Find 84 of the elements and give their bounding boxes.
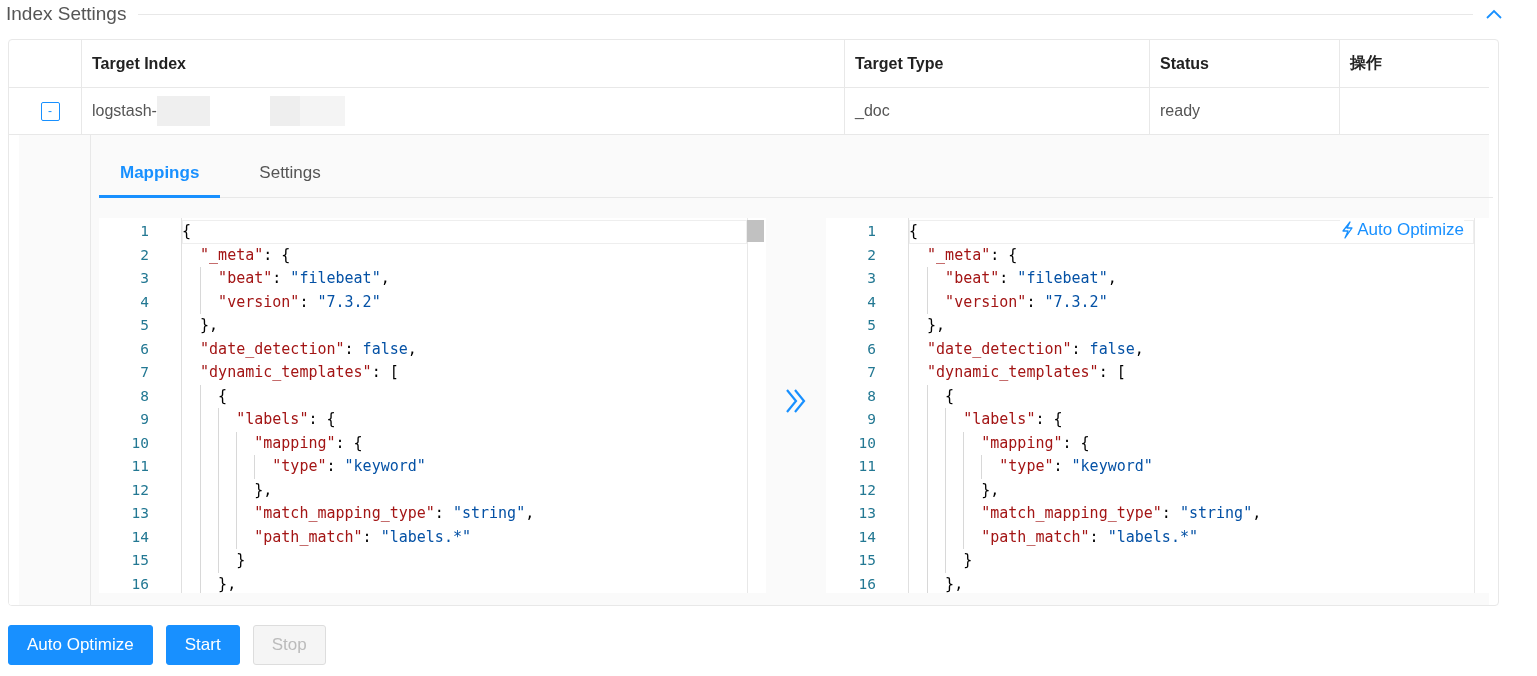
code-line: "path_match": "labels.*" [981, 526, 1198, 548]
code-editor[interactable] [99, 218, 766, 593]
code-line: }, [200, 315, 219, 336]
auto-optimize-link[interactable]: Auto Optimize [1340, 219, 1464, 241]
column-header: Target Index [81, 40, 844, 87]
table-cell: logstash- [92, 102, 157, 120]
line-number: 15 [857, 551, 877, 570]
double-chevron-right-icon[interactable] [784, 387, 808, 414]
code-line: }, [254, 479, 273, 501]
code-line: "date_detection": false, [927, 338, 1144, 360]
line-number: 4 [139, 292, 150, 312]
line-number: 16 [130, 574, 150, 593]
line-number: 2 [139, 245, 150, 265]
code-line: }, [945, 573, 964, 593]
line-number: 9 [139, 410, 150, 429]
line-number: 16 [857, 574, 877, 593]
column-header: 操作 [1339, 40, 1489, 87]
code-line: { [182, 221, 192, 242]
tab[interactable]: Mappings [99, 150, 221, 198]
code-line: { [945, 385, 955, 407]
chevron-up-icon[interactable] [1485, 8, 1503, 20]
code-line: } [236, 550, 246, 571]
line-number: 13 [130, 504, 150, 523]
line-number: 10 [857, 433, 877, 453]
line-number: 10 [130, 433, 150, 453]
line-number: 7 [866, 363, 877, 382]
line-number: 14 [130, 527, 150, 547]
code-line: "date_detection": false, [200, 338, 417, 360]
scrollbar-thumb[interactable] [747, 220, 764, 242]
code-line: }, [218, 573, 237, 593]
expand-toggle[interactable]: - [40, 101, 60, 121]
code-line: }, [981, 479, 1000, 501]
line-number: 1 [139, 222, 150, 241]
line-number: 2 [866, 245, 877, 265]
section-title: Index Settings [6, 3, 127, 25]
code-line: "match_mapping_type": "string", [981, 503, 1262, 524]
code-line: "beat": "filebeat", [945, 268, 1117, 289]
line-number: 5 [866, 316, 877, 335]
column-header: Status [1149, 40, 1339, 87]
code-line: "mapping": { [254, 432, 363, 454]
code-line: "version": "7.3.2" [945, 291, 1108, 313]
code-line: "path_match": "labels.*" [254, 526, 471, 548]
line-number: 11 [130, 457, 150, 476]
line-number: 6 [866, 339, 877, 359]
code-line: "dynamic_templates": [ [200, 362, 399, 383]
line-number: 14 [857, 527, 877, 547]
line-number: 6 [139, 339, 150, 359]
line-number: 12 [857, 480, 877, 500]
code-line: } [963, 550, 973, 571]
indent-guide [254, 455, 256, 479]
code-line: "labels": { [963, 409, 1063, 430]
indent-guide [981, 455, 983, 479]
line-number: 3 [139, 269, 150, 288]
column-header: Target Type [844, 40, 1149, 87]
line-number: 8 [866, 386, 877, 406]
code-line: { [909, 221, 919, 242]
line-number: 11 [857, 457, 877, 476]
code-line: "version": "7.3.2" [218, 291, 381, 313]
code-line: "dynamic_templates": [ [927, 362, 1126, 383]
tab[interactable]: Settings [238, 150, 342, 198]
line-number: 4 [866, 292, 877, 312]
action-button[interactable]: Start [165, 625, 240, 665]
code-line: "beat": "filebeat", [218, 268, 390, 289]
line-number: 9 [866, 410, 877, 429]
line-number: 1 [866, 222, 877, 241]
line-number: 15 [130, 551, 150, 570]
line-number: 5 [139, 316, 150, 335]
line-number: 8 [139, 386, 150, 406]
line-number: 12 [130, 480, 150, 500]
code-line: "_meta": { [200, 244, 291, 266]
action-button[interactable]: Auto Optimize [8, 625, 153, 665]
code-line: "labels": { [236, 409, 336, 430]
table-cell: _doc [844, 88, 1149, 134]
code-line: "match_mapping_type": "string", [254, 503, 535, 524]
line-number: 13 [857, 504, 877, 523]
code-line: }, [927, 315, 946, 336]
table-cell: ready [1149, 88, 1339, 134]
line-number: 3 [866, 269, 877, 288]
code-line: "type": "keyword" [999, 456, 1153, 477]
code-line: "_meta": { [927, 244, 1018, 266]
line-number: 7 [139, 363, 150, 382]
code-line: "type": "keyword" [272, 456, 426, 477]
code-line: "mapping": { [981, 432, 1090, 454]
code-line: { [218, 385, 228, 407]
